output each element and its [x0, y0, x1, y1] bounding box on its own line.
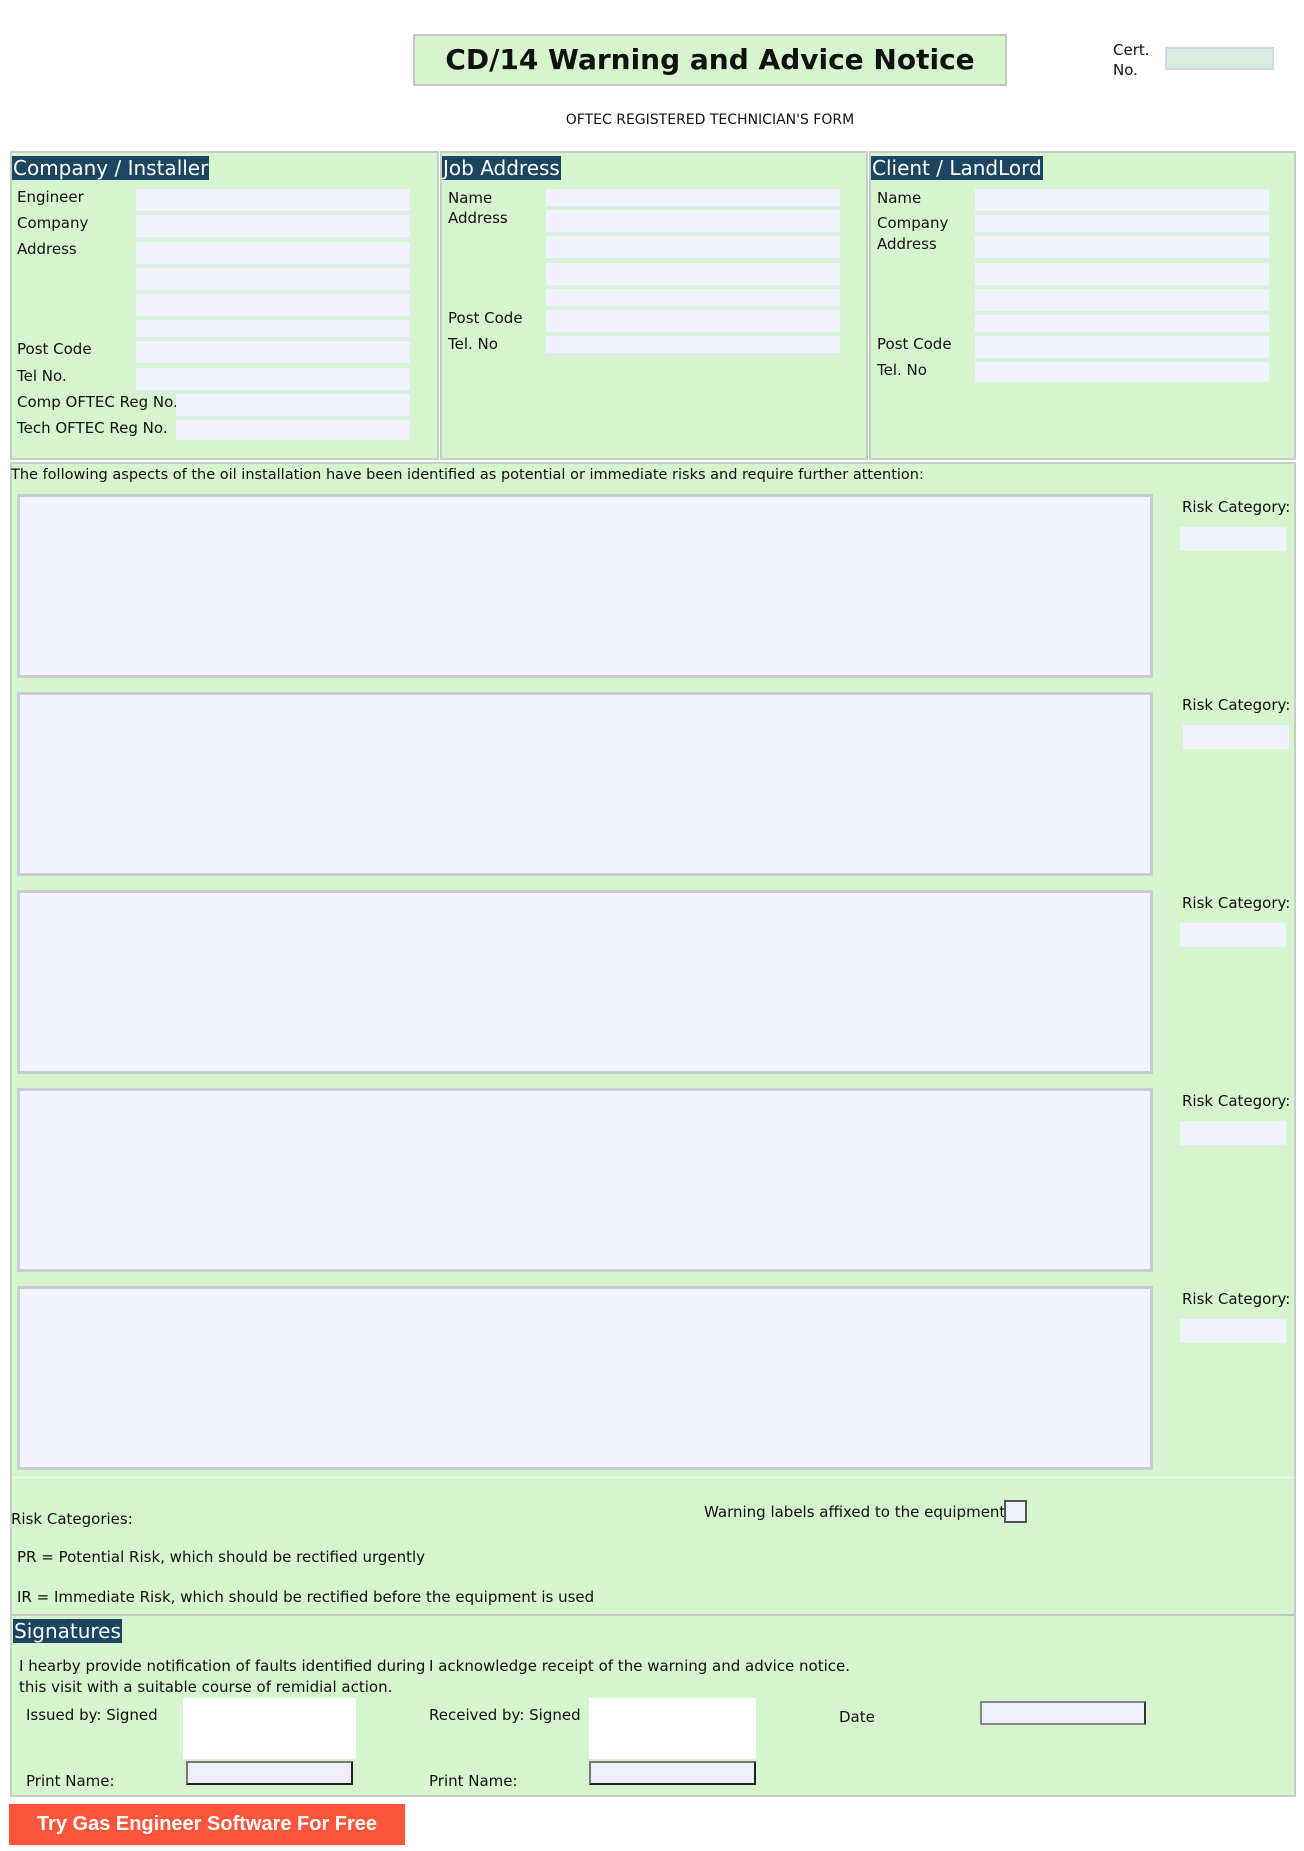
client-tel-field[interactable] [975, 362, 1269, 382]
warning-labels-label: Warning labels affixed to the equipment [704, 1503, 1006, 1521]
received-by-label: Received by: Signed [429, 1706, 581, 1724]
issuer-statement-line-2: this visit with a suitable course of rem… [19, 1678, 393, 1696]
risk-category-field[interactable] [1180, 527, 1286, 551]
issued-print-name-field[interactable] [186, 1761, 353, 1785]
signatures-heading: Signatures [13, 1619, 122, 1643]
risk-description-textarea[interactable] [17, 494, 1153, 678]
risk-category-field[interactable] [1180, 1319, 1286, 1343]
risk-categories-title: Risk Categories: [11, 1510, 133, 1528]
client-address-line-4-field[interactable] [975, 315, 1269, 335]
received-print-name-field[interactable] [589, 1761, 756, 1785]
cert-number-field[interactable] [1165, 47, 1274, 70]
address-line-3-field[interactable] [136, 294, 410, 319]
risk-category-field[interactable] [1180, 923, 1286, 947]
risk-category-label: Risk Category: [1182, 894, 1291, 912]
client-name-label: Name [877, 189, 922, 207]
received-print-name-label: Print Name: [429, 1772, 518, 1790]
job-address-line-3-field[interactable] [546, 263, 840, 288]
job-tel-field[interactable] [546, 336, 840, 356]
issued-by-signature-pad[interactable] [183, 1698, 356, 1759]
risk-category-label: Risk Category: [1182, 1290, 1291, 1308]
job-post-code-label: Post Code [448, 309, 523, 327]
company-field[interactable] [136, 215, 410, 240]
client-address-line-2-field[interactable] [975, 263, 1269, 288]
risk-category-field[interactable] [1183, 725, 1289, 749]
post-code-field[interactable] [136, 341, 410, 366]
client-address-label: Address [877, 235, 937, 253]
cert-label-no: No. [1113, 61, 1138, 79]
divider [12, 1477, 1294, 1478]
risk-description-textarea[interactable] [17, 692, 1153, 876]
risk-category-label: Risk Category: [1182, 1092, 1291, 1110]
issued-by-label: Issued by: Signed [26, 1706, 158, 1724]
risk-description-textarea[interactable] [17, 1286, 1153, 1470]
receiver-statement: I acknowledge receipt of the warning and… [429, 1657, 850, 1675]
job-post-code-field[interactable] [546, 310, 840, 335]
issuer-statement-line-1: I hearby provide notification of faults … [19, 1657, 426, 1675]
date-label: Date [839, 1708, 875, 1726]
try-software-button[interactable]: Try Gas Engineer Software For Free [9, 1804, 405, 1845]
risk-intro-text: The following aspects of the oil install… [11, 467, 924, 483]
engineer-label: Engineer [17, 188, 84, 206]
client-name-field[interactable] [975, 189, 1269, 214]
engineer-field[interactable] [136, 189, 410, 214]
job-name-field[interactable] [546, 189, 840, 209]
job-address-line-2-field[interactable] [546, 236, 840, 261]
comp-oftec-reg-field[interactable] [176, 394, 410, 419]
form-subtitle: OFTEC REGISTERED TECHNICIAN'S FORM [565, 112, 855, 128]
risk-category-label: Risk Category: [1182, 696, 1291, 714]
tel-label: Tel No. [17, 367, 67, 385]
company-installer-heading: Company / Installer [12, 156, 210, 180]
client-post-code-field[interactable] [975, 336, 1269, 361]
job-address-line-1-field[interactable] [546, 210, 840, 235]
page-title: CD/14 Warning and Advice Notice [413, 34, 1007, 86]
risk-description-textarea[interactable] [17, 890, 1153, 1074]
ir-definition: IR = Immediate Risk, which should be rec… [17, 1588, 595, 1606]
warning-labels-checkbox[interactable] [1004, 1500, 1027, 1523]
client-address-line-3-field[interactable] [975, 289, 1269, 314]
job-tel-label: Tel. No [448, 335, 498, 353]
risk-category-label: Risk Category: [1182, 498, 1291, 516]
job-address-line-4-field[interactable] [546, 289, 840, 309]
issued-print-name-label: Print Name: [26, 1772, 115, 1790]
job-name-label: Name [448, 189, 493, 207]
post-code-label: Post Code [17, 340, 92, 358]
comp-oftec-reg-label: Comp OFTEC Reg No. [17, 393, 178, 411]
address-line-1-field[interactable] [136, 242, 410, 267]
client-company-label: Company [877, 214, 949, 232]
address-label: Address [17, 240, 77, 258]
risk-description-textarea[interactable] [17, 1088, 1153, 1272]
risk-category-field[interactable] [1180, 1121, 1286, 1145]
client-company-field[interactable] [975, 215, 1269, 235]
tel-field[interactable] [136, 368, 410, 393]
address-line-4-field[interactable] [136, 320, 410, 340]
client-tel-label: Tel. No [877, 361, 927, 379]
client-post-code-label: Post Code [877, 335, 952, 353]
received-by-signature-pad[interactable] [589, 1698, 756, 1759]
client-address-line-1-field[interactable] [975, 236, 1269, 261]
company-label: Company [17, 214, 89, 232]
tech-oftec-reg-label: Tech OFTEC Reg No. [17, 419, 168, 437]
job-address-heading: Job Address [442, 156, 561, 180]
cert-label: Cert. [1113, 41, 1150, 59]
tech-oftec-reg-field[interactable] [176, 420, 410, 440]
pr-definition: PR = Potential Risk, which should be rec… [17, 1548, 426, 1566]
job-address-label: Address [448, 209, 508, 227]
date-field[interactable] [980, 1701, 1146, 1725]
client-landlord-heading: Client / LandLord [871, 156, 1043, 180]
address-line-2-field[interactable] [136, 268, 410, 293]
